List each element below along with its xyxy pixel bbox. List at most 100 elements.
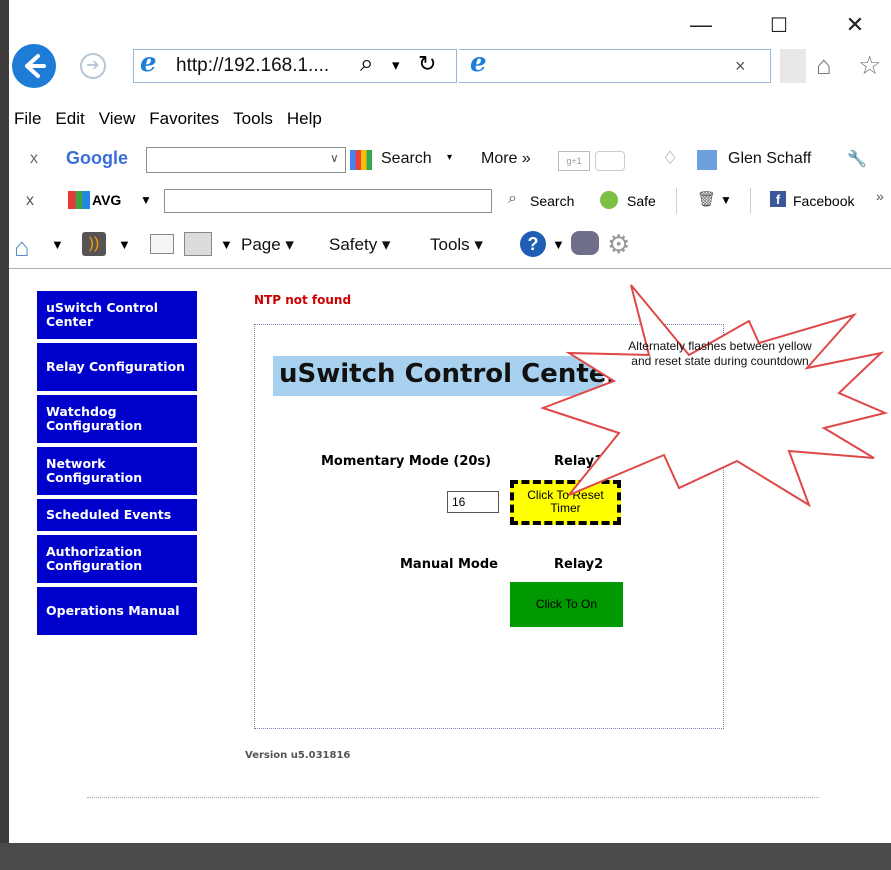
relay2-on-button[interactable]: Click To On [510, 582, 623, 627]
google-logo: Google [66, 148, 128, 168]
version-text: Version u5.031816 [245, 750, 351, 761]
tab-ie-icon: e [470, 48, 487, 78]
avg-search-input[interactable] [164, 189, 492, 213]
safety-menu-label: Safety [329, 235, 378, 254]
sidebar-item-operations-manual[interactable]: Operations Manual [37, 587, 197, 635]
overflow-chevron-icon[interactable]: » [876, 188, 884, 204]
print-icon[interactable] [184, 232, 212, 256]
google-search-dropdown-icon[interactable]: ▾ [447, 152, 452, 163]
minimize-button[interactable]: — [678, 10, 724, 40]
plus-one-icon[interactable]: g+1 [558, 151, 590, 171]
tools-menu-label: Tools [430, 235, 470, 254]
google-more-button[interactable]: More » [481, 150, 531, 168]
help-dropdown-icon[interactable]: ▼ [552, 237, 565, 252]
search-icon[interactable]: ⌕ [360, 50, 373, 78]
google-search-icon [350, 150, 372, 170]
menu-help[interactable]: Help [287, 109, 322, 128]
close-window-button[interactable]: ✕ [832, 10, 878, 40]
sidebar-item-label: Scheduled Events [46, 507, 172, 522]
momentary-mode-label: Momentary Mode (20s) [321, 454, 492, 469]
ie-page-icon: e [140, 48, 157, 78]
menu-favorites[interactable]: Favorites [149, 109, 219, 128]
home-dropdown-icon[interactable]: ▼ [51, 237, 64, 252]
favorites-star-icon[interactable]: ☆ [858, 50, 881, 81]
avg-dropdown-icon[interactable]: ▼ [140, 193, 152, 207]
page-menu-label: Page [241, 235, 281, 254]
forward-button[interactable]: ➔ [80, 53, 106, 79]
rss-dropdown-icon[interactable]: ▼ [118, 237, 131, 252]
back-button[interactable] [12, 44, 56, 88]
home-icon-command[interactable]: ⌂ [14, 232, 30, 263]
page-menu[interactable]: Page ▾ [241, 235, 294, 255]
research-icon[interactable] [571, 231, 599, 255]
avg-safe-button[interactable]: Safe [627, 193, 656, 209]
sidebar-item-label: uSwitch Control Center [46, 300, 159, 329]
sidebar-item-label: Relay Configuration [46, 359, 186, 374]
google-search-input[interactable] [146, 147, 346, 173]
taskbar-strip [0, 843, 891, 870]
sidebar-item-label: Authorization Configuration [46, 544, 143, 573]
facebook-button[interactable]: Facebook [793, 193, 854, 209]
tab[interactable] [459, 49, 771, 83]
facebook-icon: f [770, 191, 786, 207]
url-text: http://192.168.1.... [176, 55, 330, 76]
minimize-icon: — [690, 12, 712, 37]
avg-logo-icon [68, 191, 90, 209]
back-arrow-icon [25, 54, 46, 78]
new-tab-button[interactable] [780, 49, 806, 83]
sidebar-item-authorization-configuration[interactable]: Authorization Configuration [37, 535, 197, 583]
google-dropdown-icon[interactable]: ∨ [330, 151, 339, 165]
google-toolbar-close[interactable]: x [30, 150, 38, 168]
toolbar-separator [676, 188, 677, 214]
google-search-button[interactable]: Search [381, 150, 432, 168]
share-button[interactable] [595, 151, 625, 171]
sidebar-item-relay-configuration[interactable]: Relay Configuration [37, 343, 197, 391]
ntp-status: NTP not found [254, 293, 352, 307]
avg-toolbar-close[interactable]: x [26, 192, 34, 210]
window-left-border [0, 0, 9, 870]
mail-icon[interactable] [150, 234, 174, 254]
menu-tools[interactable]: Tools [233, 109, 273, 128]
rss-icon[interactable]: )) [82, 232, 106, 256]
shield-icon [600, 191, 618, 209]
bell-icon[interactable]: ♢ [662, 148, 678, 169]
google-user-menu[interactable]: Glen Schaff [728, 150, 811, 168]
manual-mode-label: Manual Mode [400, 557, 498, 572]
toolbar-separator-2 [750, 188, 751, 214]
sidebar-item-label: Operations Manual [46, 603, 180, 618]
gear-icon[interactable]: ⚙ [607, 229, 630, 260]
address-dropdown-icon[interactable]: ▾ [392, 56, 400, 74]
sidebar-item-label: Network Configuration [46, 456, 143, 485]
footer-divider [87, 797, 819, 798]
tab-close-icon[interactable]: × [735, 56, 746, 77]
callout-starburst [540, 284, 889, 508]
maximize-button[interactable]: ☐ [756, 10, 802, 40]
safety-menu[interactable]: Safety ▾ [329, 235, 390, 255]
menu-edit[interactable]: Edit [55, 109, 84, 128]
menu-view[interactable]: View [99, 109, 136, 128]
menu-file[interactable]: File [14, 109, 41, 128]
user-avatar-icon [697, 150, 717, 170]
countdown-timer-field[interactable]: 16 [447, 491, 499, 513]
forward-arrow-icon: ➔ [86, 57, 100, 74]
wrench-icon[interactable]: 🔧 [847, 149, 867, 169]
trash-dropdown-icon[interactable]: ▼ [720, 193, 732, 207]
sidebar-item-network-configuration[interactable]: Network Configuration [37, 447, 197, 495]
help-icon[interactable]: ? [520, 231, 546, 257]
browser-chrome [9, 0, 891, 268]
maximize-icon: ☐ [770, 14, 788, 37]
tools-menu[interactable]: Tools ▾ [430, 235, 483, 255]
avg-search-button[interactable]: Search [530, 193, 574, 209]
home-icon[interactable]: ⌂ [816, 50, 832, 81]
print-dropdown-icon[interactable]: ▼ [220, 237, 233, 252]
refresh-icon[interactable]: ↻ [418, 51, 436, 77]
trash-icon[interactable]: 🗑 [697, 190, 716, 208]
sidebar-item-scheduled-events[interactable]: Scheduled Events [37, 499, 197, 531]
page-content: uSwitch Control Center Relay Configurati… [9, 268, 891, 844]
magnifier-icon: ⌕ [508, 190, 517, 207]
avg-brand: AVG [92, 192, 122, 208]
close-icon: ✕ [845, 12, 865, 37]
sidebar-item-watchdog-configuration[interactable]: Watchdog Configuration [37, 395, 197, 443]
sidebar-item-control-center[interactable]: uSwitch Control Center [37, 291, 197, 339]
relay2-label: Relay2 [554, 557, 604, 572]
